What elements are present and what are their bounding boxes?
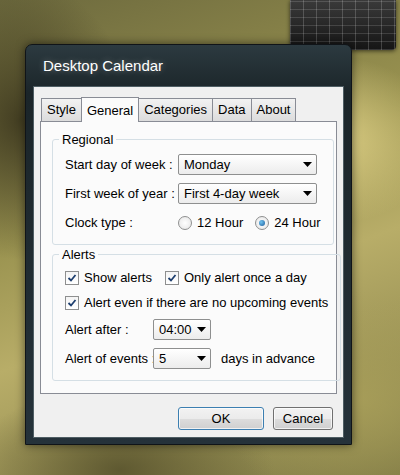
clock-row: Clock type :12 Hour 24 Hour — [65, 208, 321, 237]
dropdown[interactable]: First 4-day week — [178, 183, 317, 204]
field-suffix: days in advance — [221, 351, 328, 366]
radio-dot — [259, 220, 265, 226]
radio-button[interactable] — [255, 216, 269, 230]
check-icon — [67, 298, 77, 308]
group-title: Alerts — [59, 247, 98, 262]
tab[interactable]: General — [81, 97, 139, 122]
field-row: First week of year :First 4-day week — [65, 179, 321, 208]
checkbox[interactable]: Alert even if there are no upcoming even… — [65, 295, 328, 310]
check-icon — [67, 273, 77, 283]
button-bar: OK Cancel — [40, 407, 337, 430]
alerts-group: Alerts Show alerts Only alert once a day Al… — [52, 247, 341, 381]
tab-strip: StyleGeneralCategoriesDataAbout — [40, 96, 337, 121]
field-label: Clock type : — [65, 215, 178, 230]
dropdown-arrow-icon — [197, 327, 206, 333]
check-icon — [167, 273, 177, 283]
checkbox-box[interactable] — [65, 296, 79, 310]
checkbox-box[interactable] — [65, 271, 79, 285]
radio-option[interactable]: 12 Hour — [178, 215, 243, 230]
dialog-button[interactable]: Cancel — [273, 407, 333, 430]
tab[interactable]: Style — [41, 98, 82, 121]
group-title: Regional — [59, 132, 116, 147]
tab-panel: RegionalStart day of week :MondayFirst w… — [40, 121, 337, 394]
dropdown-arrow-icon — [303, 162, 312, 168]
radio-option[interactable]: 24 Hour — [255, 215, 320, 230]
field-label: Alert after : — [65, 322, 153, 337]
dialog-button[interactable]: OK — [178, 407, 264, 430]
field-label: Alert of events : — [65, 351, 153, 366]
dropdown[interactable]: Monday — [178, 154, 317, 175]
dropdown-arrow-icon — [197, 356, 206, 362]
checkbox-row: Alert even if there are no upcoming even… — [65, 290, 328, 315]
tab[interactable]: Data — [212, 98, 251, 121]
checkbox-box[interactable] — [165, 271, 179, 285]
checkbox[interactable]: Show alerts — [65, 270, 152, 285]
regional-group: RegionalStart day of week :MondayFirst w… — [52, 132, 334, 245]
field-row: Alert of events :5 days in advance — [65, 344, 328, 373]
days-dropdown[interactable]: 5 — [153, 348, 211, 369]
field-row: Alert after :04:00 — [65, 315, 328, 344]
desktop: Desktop CalendarStyleGeneralCategoriesDa… — [0, 0, 400, 475]
dialog-body: StyleGeneralCategoriesDataAbout Regional S… — [33, 86, 344, 438]
title-bar[interactable]: Desktop Calendar — [33, 45, 344, 86]
calendar-widget[interactable] — [290, 0, 396, 50]
radio-group: 12 Hour 24 Hour — [178, 215, 321, 230]
field-label: Start day of week : — [65, 157, 178, 172]
time-dropdown[interactable]: 04:00 — [153, 319, 211, 340]
dialog-window: Desktop CalendarStyleGeneralCategoriesDa… — [25, 44, 352, 445]
checkbox[interactable]: Only alert once a day — [165, 270, 307, 285]
field-label: First week of year : — [65, 186, 178, 201]
radio-button[interactable] — [178, 216, 192, 230]
field-row: Start day of week :Monday — [65, 150, 321, 179]
tab[interactable]: About — [251, 98, 297, 121]
checkbox-row: Show alerts Only alert once a day — [65, 265, 328, 290]
dropdown-arrow-icon — [303, 191, 312, 197]
tab[interactable]: Categories — [138, 98, 213, 121]
